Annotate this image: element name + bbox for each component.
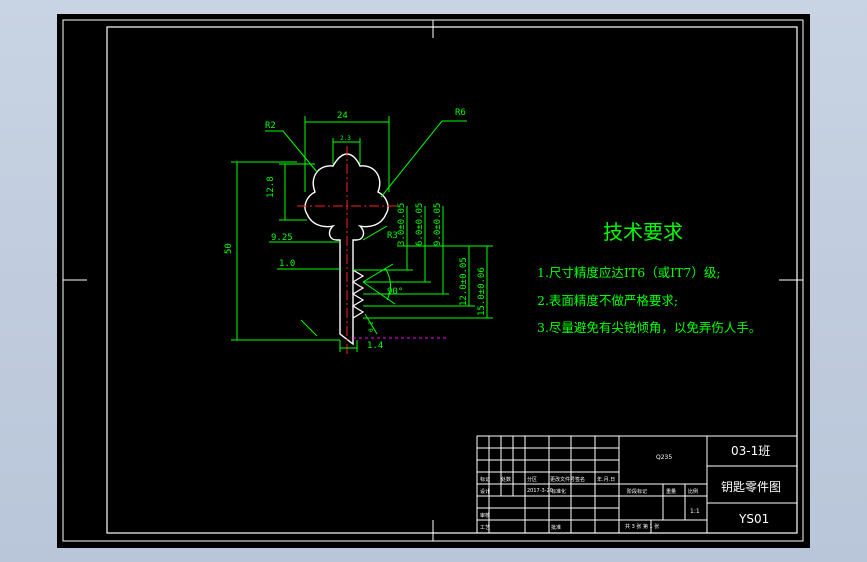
key-teeth — [351, 269, 365, 319]
standard-label: 标准化 — [551, 489, 567, 495]
weight-label: 重量 — [666, 489, 677, 495]
scale-label: 比例 — [688, 489, 699, 495]
dim-r2: R2 — [265, 121, 276, 131]
material: Q235 — [656, 454, 673, 461]
drawing-name: 钥匙零件图 — [721, 480, 782, 494]
dim-12-8: 12.8 — [266, 176, 276, 198]
review-label: 审核 — [480, 513, 491, 519]
process-label: 工艺 — [480, 525, 491, 531]
dim-r6: R6 — [455, 108, 466, 118]
dim-1-4: 1.4 — [367, 341, 383, 351]
dim-24: 24 — [337, 111, 348, 121]
dim-3-0: 3.0±0.05 — [397, 203, 407, 246]
row-label-date: 年.月.日 — [597, 477, 616, 483]
class-name: 03-1班 — [731, 444, 771, 458]
drawing-code: YS01 — [739, 512, 770, 526]
sheet-info: 共 3 张 第 1 张 — [625, 524, 660, 530]
dim-2-3: 2.3 — [340, 135, 351, 142]
cad-viewport[interactable]: 24 R6 R2 2.3 12.8 50 R3 9.25 1.0 3.0±0.0… — [57, 14, 810, 548]
requirement-item-2: 2.表面精度不做严格要求; — [537, 293, 679, 308]
dim-9-0: 9.0±0.05 — [433, 203, 443, 246]
dim-50: 50 — [224, 243, 234, 254]
design-label: 设计 — [480, 489, 491, 495]
dim-9-25: 9.25 — [271, 233, 293, 243]
key-part-drawing: 24 R6 R2 2.3 12.8 50 R3 9.25 1.0 3.0±0.0… — [62, 19, 804, 542]
dim-90: 90° — [387, 287, 403, 297]
design-date: 2017-3-20 — [527, 488, 553, 494]
row-label-zone: 分区 — [527, 477, 538, 483]
dim-6-0: 6.0±0.05 — [415, 203, 425, 246]
requirement-item-1: 1.尺寸精度应达IT6（或IT7）级; — [537, 265, 721, 280]
requirement-item-3: 3.尽量避免有尖锐倾角，以免弄伤人手。 — [537, 320, 762, 335]
tech-requirements-title: 技术要求 — [603, 220, 683, 244]
stage-label: 阶段标记 — [627, 489, 648, 495]
row-label-count: 处数 — [501, 477, 512, 483]
scale: 1:1 — [690, 508, 700, 515]
row-label-mark: 标记 — [480, 477, 491, 483]
approve-label: 批准 — [551, 525, 562, 531]
row-label-signature: 签名 — [575, 477, 586, 483]
dim-1-0: 1.0 — [279, 259, 295, 269]
dim-12-0: 12.0±0.05 — [459, 257, 469, 306]
dim-15-0: 15.0±0.06 — [477, 267, 487, 316]
dim-0-2: 0.2 — [368, 321, 375, 332]
row-label-change-doc: 更改文件号 — [550, 477, 576, 483]
